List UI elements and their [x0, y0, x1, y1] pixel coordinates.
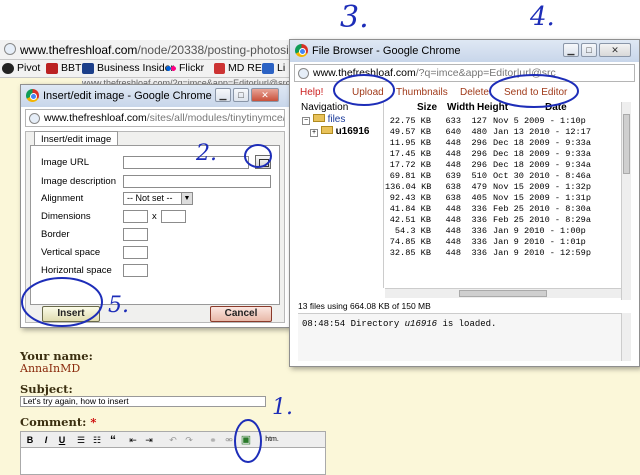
circle-insert-image-button	[234, 419, 262, 463]
annotation-step-4: 4.	[530, 2, 555, 32]
circle-browse-button	[244, 144, 272, 168]
annotation-step-1: 1.	[272, 395, 293, 420]
annotation-step-5: 5.	[108, 293, 129, 318]
circle-upload-button	[333, 74, 395, 106]
annotation-step-2: 2.	[196, 141, 217, 166]
annotation-overlay	[21, 74, 579, 463]
annotation-step-3: 3.	[340, 0, 369, 35]
circle-send-to-editor-button	[489, 74, 579, 108]
circle-insert-button	[21, 277, 103, 327]
